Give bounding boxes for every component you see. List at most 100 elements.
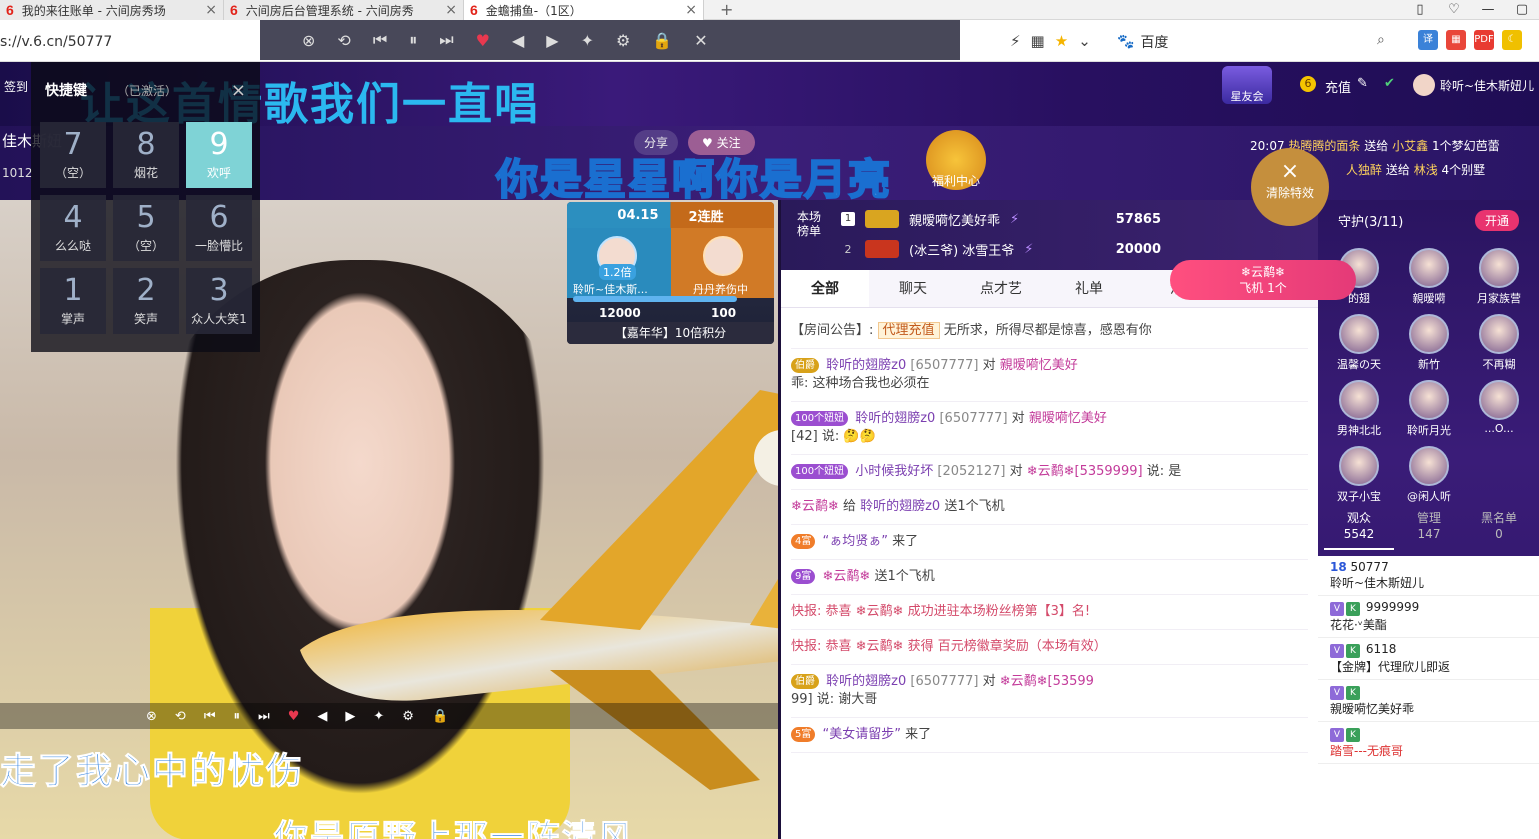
pk-right-name[interactable]: 丹丹养伤中 <box>693 281 748 297</box>
pause-icon[interactable]: ⏸ <box>409 30 417 50</box>
close-circle-icon[interactable]: ⊗ <box>146 709 157 724</box>
rank-row[interactable]: 1 親暧嗬忆美好乖 ⚡ 57865 <box>841 206 1161 232</box>
sparkle-icon[interactable]: ✦ <box>581 31 594 50</box>
current-user-name[interactable]: 聆听~佳木斯妞儿 <box>1440 77 1534 94</box>
close-icon[interactable]: × <box>685 2 697 18</box>
shortcut-key-7[interactable]: 7 （空） <box>40 122 106 188</box>
previous-icon[interactable]: ⏮ <box>373 30 387 50</box>
signin-link[interactable]: 签到 <box>4 78 28 95</box>
message-user[interactable]: 小时候我好坏 <box>855 464 933 479</box>
message-target[interactable]: ❄云鹬❄[5359999] <box>1027 464 1143 479</box>
tab-audience[interactable]: 观众 5542 <box>1324 510 1394 550</box>
list-item[interactable]: VK 9999999 花花·ᵛ美酯 <box>1318 596 1539 638</box>
moon-icon[interactable]: ☾ <box>1502 30 1522 50</box>
browser-tab-2[interactable]: 6 六间房后台管理系统 - 六间房秀 × <box>224 0 464 20</box>
close-icon[interactable]: ✕ <box>694 31 707 50</box>
lock-icon[interactable]: 🔒 <box>652 31 672 50</box>
shortcut-key-4[interactable]: 4 么么哒 <box>40 195 106 261</box>
recharge-link[interactable]: 充值 <box>1325 77 1351 96</box>
message-target[interactable]: 親暧嗬忆美好 <box>1000 358 1078 373</box>
message-target[interactable]: 聆听的翅膀z0 <box>860 499 940 514</box>
close-icon[interactable]: × <box>231 80 246 101</box>
plane-gift-notice[interactable]: ❄云鹬❄ 飞机 1个 <box>1170 260 1356 300</box>
url-field[interactable]: s://v.6.cn/50777 <box>0 34 112 50</box>
back-icon[interactable]: ◀ <box>317 709 327 724</box>
star-club-badge[interactable]: 星友会 <box>1222 66 1272 104</box>
shortcut-key-1[interactable]: 1 掌声 <box>40 268 106 334</box>
list-item[interactable]: 18 50777 聆听~佳木斯妞儿 <box>1318 556 1539 596</box>
pause-icon[interactable]: ⏸ <box>234 709 241 724</box>
list-item[interactable]: VK 親暧嗬忆美好乖 <box>1318 680 1539 722</box>
close-icon[interactable]: × <box>445 2 457 18</box>
tab-blacklist[interactable]: 黑名单 0 <box>1464 510 1534 550</box>
guard-member[interactable]: @闲人听 <box>1394 446 1464 504</box>
guard-member[interactable]: ...O... <box>1464 380 1534 438</box>
shortcut-key-2[interactable]: 2 笑声 <box>113 268 179 334</box>
heart-icon[interactable]: ♥ <box>288 709 300 724</box>
pk-right-avatar[interactable] <box>703 236 743 276</box>
tab-gift-list[interactable]: 礼单 <box>1045 270 1133 307</box>
window-restore-icon[interactable]: ▯ <box>1403 0 1437 20</box>
list-item[interactable]: VK 踏雪---无痕哥 <box>1318 722 1539 764</box>
guard-member[interactable]: 新竹 <box>1394 314 1464 372</box>
message-user[interactable]: 聆听的翅膀z0 <box>826 674 906 689</box>
message-user[interactable]: “ぁ均贤ぁ” <box>823 534 888 549</box>
gear-icon[interactable]: ⚙ <box>616 31 630 50</box>
next-icon[interactable]: ⏭ <box>439 30 453 50</box>
search-box[interactable]: 🐾 百度 <box>1117 32 1397 52</box>
message-user[interactable]: 聆听的翅膀z0 <box>855 411 935 426</box>
guard-member[interactable]: 聆听月光 <box>1394 380 1464 438</box>
sparkle-icon[interactable]: ✦ <box>373 709 384 724</box>
heart-icon[interactable]: ♡ <box>1437 0 1471 20</box>
guard-member[interactable]: 温馨の天 <box>1324 314 1394 372</box>
edit-icon[interactable]: ✎ <box>1357 76 1368 91</box>
star-icon[interactable]: ★ <box>1055 32 1068 50</box>
open-guard-button[interactable]: 开通 <box>1474 209 1519 231</box>
tab-chat[interactable]: 聊天 <box>869 270 957 307</box>
next-icon[interactable]: ⏭ <box>258 709 270 724</box>
heart-icon[interactable]: ♥ <box>476 31 490 50</box>
message-target[interactable]: 親暧嗬忆美好 <box>1029 411 1107 426</box>
welfare-center-button[interactable]: 福利中心 <box>926 130 986 190</box>
message-target[interactable]: ❄云鹬❄[53599 <box>1000 674 1094 689</box>
rank-row[interactable]: 2 (冰三爷) 冰雪王爷 ⚡ 20000 <box>841 236 1161 262</box>
forward-icon[interactable]: ▶ <box>345 709 355 724</box>
browser-tab-3[interactable]: 6 金蟾捕鱼-（1区） × <box>464 0 704 20</box>
previous-icon[interactable]: ⏮ <box>204 709 216 724</box>
gear-icon[interactable]: ⚙ <box>402 709 414 724</box>
search-icon[interactable]: ⌕ <box>1377 32 1385 48</box>
shortcut-key-8[interactable]: 8 烟花 <box>113 122 179 188</box>
new-tab-button[interactable]: + <box>720 0 733 19</box>
message-user[interactable]: “美女请留步” <box>823 727 901 742</box>
lock-icon[interactable]: 🔒 <box>432 709 448 724</box>
tab-talent[interactable]: 点才艺 <box>957 270 1045 307</box>
loop-icon[interactable]: ⟲ <box>337 31 350 50</box>
guard-member[interactable]: 男神北北 <box>1324 380 1394 438</box>
close-icon[interactable]: × <box>205 2 217 18</box>
browser-tab-1[interactable]: 6 我的来往账单 - 六间房秀场 × <box>0 0 224 20</box>
close-circle-icon[interactable]: ⊗ <box>302 31 315 50</box>
guard-member[interactable]: 不再糊 <box>1464 314 1534 372</box>
shortcut-key-6[interactable]: 6 一脸懵比 <box>186 195 252 261</box>
tab-all[interactable]: 全部 <box>781 270 869 307</box>
message-user[interactable]: ❄云鹬❄ <box>823 569 871 584</box>
guard-member[interactable]: 双子小宝 <box>1324 446 1394 504</box>
pk-battle-panel[interactable]: 04.15 2连胜 1.2倍 聆听~佳木斯... 丹丹养伤中 12000 100… <box>567 202 774 344</box>
message-user[interactable]: 聆听的翅膀z0 <box>826 358 906 373</box>
feed-to[interactable]: 小艾鑫 <box>1392 139 1428 153</box>
pk-left-name[interactable]: 聆听~佳木斯... <box>573 281 648 297</box>
shortcut-key-3[interactable]: 3 众人大笑1 <box>186 268 252 334</box>
guard-member[interactable]: 親暧嗬 <box>1394 248 1464 306</box>
feed-from[interactable]: 人独醉 <box>1346 163 1382 177</box>
lightning-icon[interactable]: ⚡ <box>1010 32 1021 50</box>
maximize-icon[interactable]: ▢ <box>1505 0 1539 20</box>
clear-effects-button[interactable]: × 清除特效 <box>1251 148 1329 226</box>
minimize-icon[interactable]: — <box>1471 0 1505 20</box>
loop-icon[interactable]: ⟲ <box>175 709 186 724</box>
shortcut-key-9[interactable]: 9 欢呼 <box>186 122 252 188</box>
translate-icon[interactable]: 译 <box>1418 30 1438 50</box>
notice-tag[interactable]: 代理充值 <box>877 322 940 339</box>
message-user[interactable]: ❄云鹬❄ <box>791 499 839 514</box>
check-circle-icon[interactable]: ✔ <box>1384 76 1395 91</box>
back-icon[interactable]: ◀ <box>512 31 524 50</box>
